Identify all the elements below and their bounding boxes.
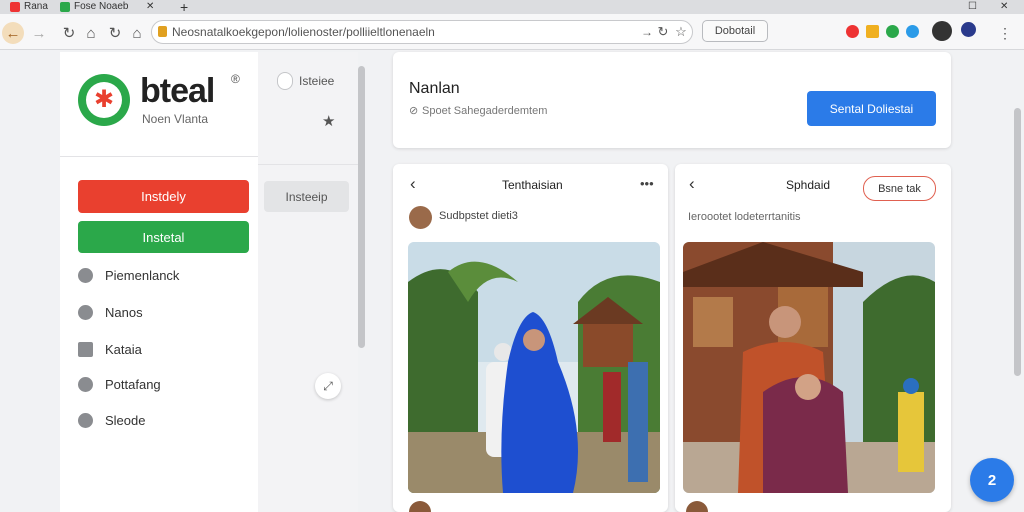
post-author: Sudbpstet dieti3 [439,210,518,222]
post-action-button[interactable]: Bsne tak [863,176,936,201]
youtube-icon [10,2,20,12]
post-photo-image [408,242,660,493]
browser-toolbar: ← → ↻ ⌂ ↻ ⌂ Neosnatalkoekgepon/lolienost… [0,14,1024,50]
post-photo[interactable] [408,242,660,493]
logo-registered-mark: ® [231,72,240,86]
page-subtitle: Spoet Sahegaderdemtem [422,105,548,117]
divider [60,156,258,157]
sidebar-item-label: Sleode [105,412,146,428]
forward-icon[interactable]: → [28,22,50,44]
bookmark-star-icon[interactable]: ☆ [670,21,692,43]
settings-icon [78,376,93,392]
back-chevron-icon[interactable]: ‹ [689,174,695,194]
logo-badge-icon: ✱ [78,74,130,126]
expand-button[interactable]: ⤢ [315,373,341,399]
browser-tab[interactable]: Rana [10,0,48,14]
check-icon [78,304,93,320]
sidebar-item-label: Piemenlanck [105,267,180,283]
tab-close-icon[interactable]: ✕ [146,0,154,14]
lock-icon [158,26,167,37]
new-tab-button[interactable]: + [180,0,188,14]
sidebar-item[interactable]: Pottafang [78,374,161,394]
tab-label: Fose Noaeb [74,1,129,12]
window-close-icon[interactable]: ✕ [1000,0,1008,14]
toggle-label: Isteiee [299,74,335,88]
sidebar-item-label: Kataia [105,341,142,357]
post-photo-image [683,242,935,493]
extension-icon[interactable] [906,25,919,38]
tab-label: Rana [24,1,48,12]
settings-small-icon: ⊘ [409,105,419,117]
post-caption: Ieroootet lodeterrtanitis [688,211,801,223]
toggle-switch[interactable] [277,72,293,90]
primary-action-button[interactable]: Sental Doliestai [807,91,936,126]
address-text: Neosnatalkoekgepon/lolienoster/polliielt… [172,25,435,39]
sidebar-item[interactable]: Kataia [78,339,142,359]
page-title: Nanlan [409,80,460,97]
extension-icon[interactable] [886,25,899,38]
toolbar-button[interactable]: Dobotail [702,20,768,42]
avatar[interactable] [409,206,432,229]
browser-tab[interactable]: Fose Noaeb [60,0,128,14]
floating-action-button[interactable]: 2 [970,458,1014,502]
back-chevron-icon[interactable]: ‹ [410,174,416,194]
extension-icon[interactable] [866,25,879,38]
reload-icon[interactable]: ↻ [58,22,80,44]
home-alt-icon[interactable]: ⌂ [126,22,148,44]
window-control-icon[interactable]: ☐ [968,0,977,14]
sidebar-item[interactable]: Piemenlanck [78,265,179,285]
logo-subtitle: Noen Vlanta [142,112,209,126]
sidebar-item[interactable]: Sleode [78,410,145,430]
more-options-icon[interactable]: ••• [640,176,654,191]
primary-red-button[interactable]: Instdely [78,180,249,213]
home-icon[interactable]: ⌂ [80,22,102,44]
star-icon[interactable]: ★ [322,112,335,130]
sidebar-item-label: Pottafang [105,376,161,392]
secondary-panel [258,52,358,512]
post-photo[interactable] [683,242,935,493]
scrollbar[interactable] [358,66,365,348]
address-bar[interactable]: Neosnatalkoekgepon/lolienoster/polliielt… [151,20,693,44]
back-icon[interactable]: ← [2,22,24,44]
extension-icon[interactable] [846,25,859,38]
site-icon [60,2,70,12]
download-icon [78,267,93,283]
menu-icon[interactable]: ⋮ [994,22,1016,44]
profile-avatar[interactable] [932,21,952,41]
chart-icon [78,341,93,357]
filter-chip[interactable]: Insteeip [264,181,349,212]
browser-tab-strip: Rana Fose Noaeb ✕ + ☐ ✕ [0,0,1024,14]
info-icon [78,412,93,428]
sidebar-item-label: Nanos [105,304,143,320]
divider [258,164,358,165]
refresh-icon[interactable]: ↻ [104,22,126,44]
post-title: Tenthaisian [502,178,563,192]
page-scrollbar[interactable] [1014,108,1021,376]
account-icon[interactable] [961,22,976,37]
sidebar-item[interactable]: Nanos [78,302,143,322]
green-button[interactable]: Instetal [78,221,249,253]
fab-label: 2 [987,471,997,489]
logo-title: bteal [140,72,215,110]
post-title: Sphdaid [786,178,831,192]
